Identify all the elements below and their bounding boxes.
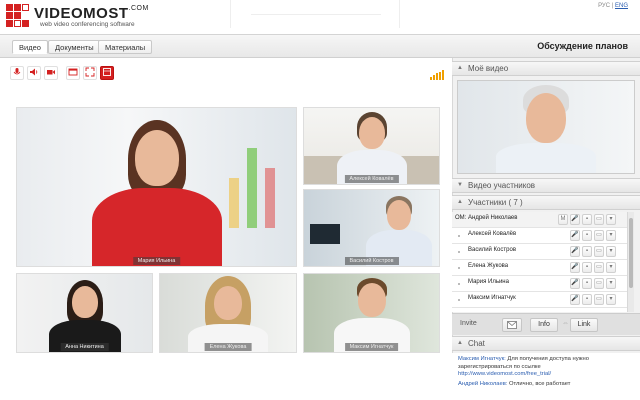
chevron-down-icon[interactable]: ▾ [606,230,616,241]
moderator-icon[interactable]: M [558,214,568,225]
video-name-label: Василий Костров [344,257,399,265]
camera-icon[interactable]: ▪ [582,230,592,241]
video-name-label: Мария Ильина [132,257,181,265]
microphone-icon[interactable]: 🎤 [570,214,580,225]
video-name-label: Алексей Ковалёв [344,175,399,183]
video-name-label: Максим Игнатчук [344,343,399,351]
participants-list: ОМ: Андрей Николаев M 🎤 ▪ ▭ ▾ Алексей Ко… [452,212,627,312]
fullscreen-icon[interactable] [83,66,97,80]
window-icon[interactable]: ▭ [594,262,604,273]
chat-link[interactable]: http://www.videomost.com/free_trial/ [458,371,634,379]
separator-icon: ⇔ [562,320,569,327]
video-tile[interactable]: Алексей Ковалёв [303,107,440,185]
tab-documents[interactable]: Документы [48,40,101,54]
expand-icon: ▼ [457,182,463,188]
microphone-icon[interactable]: 🎤 [570,262,580,273]
video-name-label: Анна Никитина [60,343,109,351]
window-icon[interactable]: ▭ [594,278,604,289]
microphone-icon[interactable]: 🎤 [570,230,580,241]
participant-row[interactable]: Алексей Ковалёв 🎤 ▪ ▭ ▾ [452,228,627,244]
link-button[interactable]: Link [570,318,598,332]
header: VIDEOMOST.COM web video conferencing sof… [0,0,640,34]
video-tile-main[interactable]: Мария Ильина [16,107,297,267]
grid-layout-icon[interactable] [100,66,114,80]
language-switcher: РУС | ENG [598,3,628,9]
participant-video-header[interactable]: ▼ Видео участников [452,178,640,193]
window-icon[interactable] [66,66,80,80]
scrollbar-thumb[interactable] [629,218,633,288]
my-video-header[interactable]: ▲ Моё видео [452,61,640,76]
participants-header[interactable]: ▲ Участники ( 7 ) [452,195,640,210]
video-tile[interactable]: Елена Жукова [159,273,297,353]
header-decoration [230,0,400,28]
chevron-down-icon[interactable]: ▾ [606,214,616,225]
camera-icon[interactable]: ▪ [582,246,592,257]
lang-en[interactable]: ENG [615,3,628,9]
camera-icon[interactable]: ▪ [582,294,592,305]
logo-icon [6,4,30,28]
invite-row: Invite Info ⇔ Link [452,313,640,335]
envelope-icon [507,321,517,329]
chat-author: Максим Игнатчук: [458,356,506,362]
video-tile[interactable]: Анна Никитина [16,273,153,353]
invite-label: Invite [460,320,477,327]
signal-strength-icon [430,70,444,80]
chevron-down-icon[interactable]: ▾ [606,246,616,257]
tab-materials[interactable]: Материалы [98,40,153,54]
participant-row[interactable]: Елена Жукова 🎤 ▪ ▭ ▾ [452,260,627,276]
participant-row[interactable]: Максим Игнатчук 🎤 ▪ ▭ ▾ [452,292,627,308]
video-tile[interactable]: Василий Костров [303,189,440,267]
chat-message: Андрей Николаев: Отлично, все работает [458,381,634,389]
chat-message: Максим Игнатчук: Для получения доступа н… [458,356,634,379]
chat-text: Отлично, все работает [509,380,571,387]
chat-author: Андрей Николаев: [458,380,508,387]
window-icon[interactable]: ▭ [594,294,604,305]
microphone-icon[interactable]: 🎤 [570,278,580,289]
participants-scrollbar[interactable] [627,212,634,312]
conference-title: Обсуждение планов [537,41,628,51]
video-tile[interactable]: Максим Игнатчук [303,273,440,353]
chat-header[interactable]: ▲ Chat [452,336,640,351]
my-video-preview [457,80,635,174]
collapse-icon: ▲ [457,340,463,346]
tab-video[interactable]: Видео [12,40,48,54]
participant-row[interactable]: Мария Ильина 🎤 ▪ ▭ ▾ [452,276,627,292]
camera-icon[interactable]: ▪ [582,262,592,273]
camera-icon[interactable]: ▪ [582,214,592,225]
microphone-icon[interactable]: 🎤 [570,294,580,305]
microphone-icon[interactable]: 🎤 [570,246,580,257]
collapse-icon: ▲ [457,199,463,205]
tab-bar: Видео Документы Материалы Обсуждение пла… [0,34,640,58]
camera-icon[interactable] [44,66,58,80]
chevron-down-icon[interactable]: ▾ [606,262,616,273]
camera-icon[interactable]: ▪ [582,278,592,289]
participant-row[interactable]: Василий Костров 🎤 ▪ ▭ ▾ [452,244,627,260]
window-icon[interactable]: ▭ [594,214,604,225]
info-button[interactable]: Info [530,318,558,332]
microphone-icon[interactable] [10,66,24,80]
brand-name: VIDEOMOST.COM [34,5,149,22]
brand-tagline: web video conferencing software [40,21,135,28]
video-name-label: Елена Жукова [204,343,252,351]
chevron-down-icon[interactable]: ▾ [606,294,616,305]
chat-log: Максим Игнатчук: Для получения доступа н… [452,353,640,400]
speaker-icon[interactable] [27,66,41,80]
window-icon[interactable]: ▭ [594,230,604,241]
lang-ru[interactable]: РУС [598,3,610,9]
email-invite-button[interactable] [502,318,522,332]
participant-row[interactable]: ОМ: Андрей Николаев M 🎤 ▪ ▭ ▾ [452,212,627,228]
collapse-icon: ▲ [457,65,463,71]
window-icon[interactable]: ▭ [594,246,604,257]
chevron-down-icon[interactable]: ▾ [606,278,616,289]
